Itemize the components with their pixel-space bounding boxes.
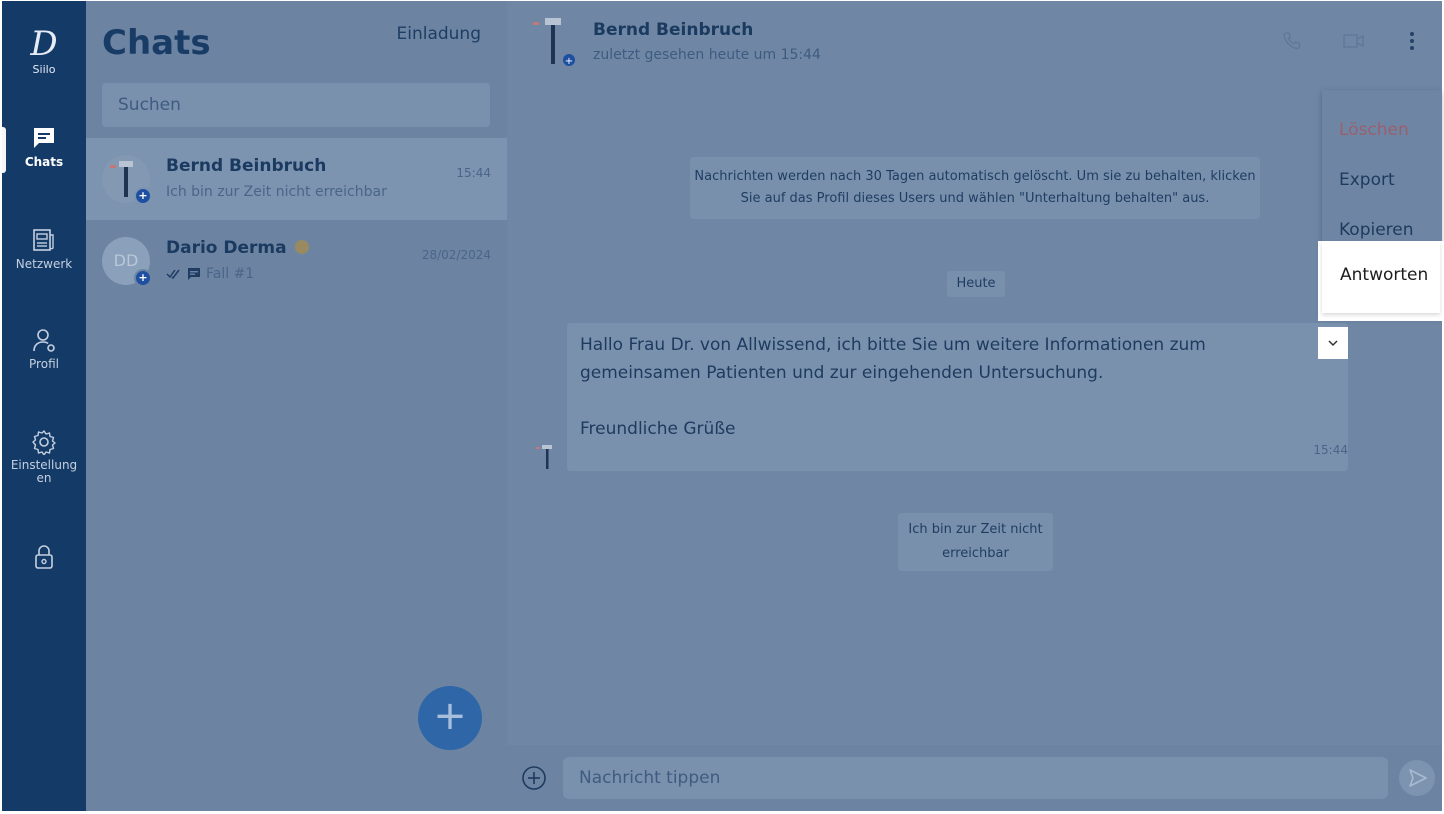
chat-list-item[interactable]: DD + Dario Derma Fall #1 28/02/2024 bbox=[86, 220, 507, 302]
message-input[interactable] bbox=[563, 757, 1388, 799]
contact-name[interactable]: Bernd Beinbruch bbox=[593, 20, 753, 40]
video-call-icon[interactable] bbox=[1343, 31, 1365, 51]
rail-label: Netzwerk bbox=[15, 257, 73, 271]
verified-badge-icon: + bbox=[134, 187, 152, 205]
app-logo[interactable]: D Siilo bbox=[2, 27, 86, 77]
invite-button[interactable]: Einladung bbox=[396, 24, 481, 44]
search-input[interactable] bbox=[102, 83, 490, 127]
menu-item-reply-highlight: Antworten bbox=[1322, 241, 1440, 313]
case-chat-icon bbox=[188, 268, 200, 280]
chat-preview: Ich bin zur Zeit nicht erreichbar bbox=[166, 184, 387, 200]
add-attachment-icon[interactable] bbox=[521, 765, 547, 791]
logo-mark: D bbox=[30, 24, 58, 64]
app-window: D Siilo Chats Netzwerk Profil Einstellun… bbox=[2, 1, 1444, 811]
chat-icon bbox=[34, 128, 54, 148]
chat-name: Dario Derma bbox=[166, 238, 309, 258]
chat-list-item[interactable]: + Bernd Beinbruch Ich bin zur Zeit nicht… bbox=[86, 138, 507, 220]
contact-avatar[interactable]: + bbox=[531, 16, 575, 67]
nav-rail: D Siilo Chats Netzwerk Profil Einstellun… bbox=[2, 1, 86, 811]
chevron-down-icon bbox=[1328, 340, 1338, 347]
rail-item-network[interactable]: Netzwerk bbox=[2, 227, 86, 271]
chat-time: 15:44 bbox=[456, 166, 491, 180]
message-options-button[interactable] bbox=[1318, 327, 1348, 359]
double-check-icon bbox=[166, 269, 180, 279]
menu-item-reply-label: Antworten bbox=[1340, 265, 1429, 285]
rail-item-lock[interactable] bbox=[2, 543, 86, 575]
chat-preview: Fall #1 bbox=[166, 266, 254, 282]
status-dot-icon bbox=[294, 240, 309, 254]
phone-icon[interactable] bbox=[1282, 31, 1302, 51]
conversation-header: + Bernd Beinbruch zuletzt gesehen heute … bbox=[507, 1, 1442, 85]
rail-label: Chats bbox=[24, 155, 64, 169]
menu-item-copy[interactable]: Kopieren bbox=[1339, 220, 1414, 240]
chat-list-panel: Chats Einladung + Bernd Beinbruch Ich bi… bbox=[86, 1, 507, 811]
new-chat-button[interactable]: + bbox=[418, 686, 482, 750]
chat-preview-text: Ich bin zur Zeit nicht erreichbar bbox=[166, 184, 387, 200]
menu-item-export[interactable]: Export bbox=[1339, 170, 1395, 190]
avatar: + bbox=[102, 155, 152, 205]
system-note: Nachrichten werden nach 30 Tagen automat… bbox=[690, 157, 1260, 219]
lock-icon bbox=[35, 545, 53, 569]
sender-avatar bbox=[535, 443, 559, 471]
profile-icon bbox=[33, 329, 55, 352]
message-bubble[interactable]: Hallo Frau Dr. von Allwissend, ich bitte… bbox=[567, 323, 1348, 471]
message-line: Freundliche Grüße bbox=[580, 419, 736, 439]
auto-reply-note: Ich bin zur Zeit nicht erreichbar bbox=[898, 513, 1053, 571]
hammer-avatar-icon: + bbox=[533, 18, 575, 67]
send-button[interactable] bbox=[1399, 760, 1435, 796]
svg-text:+: + bbox=[565, 56, 573, 66]
brand-name: Siilo bbox=[32, 63, 56, 76]
page-title: Chats bbox=[102, 23, 211, 63]
send-icon bbox=[1409, 769, 1427, 787]
rail-label: Einstellung en bbox=[10, 458, 78, 485]
network-icon bbox=[33, 229, 54, 251]
chat-time: 28/02/2024 bbox=[421, 248, 491, 262]
contact-status: zuletzt gesehen heute um 15:44 bbox=[593, 47, 821, 63]
avatar-initials: DD bbox=[113, 251, 139, 270]
chat-name: Bernd Beinbruch bbox=[166, 156, 327, 176]
menu-item-delete[interactable]: Löschen bbox=[1339, 120, 1409, 140]
chat-preview-text: Fall #1 bbox=[206, 266, 255, 282]
rail-label: Profil bbox=[29, 357, 59, 371]
gear-icon bbox=[32, 430, 56, 455]
date-divider: Heute bbox=[947, 271, 1005, 297]
message-text: Hallo Frau Dr. von Allwissend, ich bitte… bbox=[580, 331, 1300, 443]
hammer-avatar-icon bbox=[536, 445, 552, 469]
avatar: DD + bbox=[102, 237, 152, 287]
conversation-panel: + Bernd Beinbruch zuletzt gesehen heute … bbox=[507, 1, 1442, 811]
message-line: Hallo Frau Dr. von Allwissend, ich bitte… bbox=[580, 335, 1206, 383]
message-time: 15:44 bbox=[1313, 443, 1348, 457]
composer-bar bbox=[507, 745, 1442, 811]
menu-item-reply[interactable]: Antworten bbox=[1318, 241, 1444, 321]
rail-item-chats[interactable]: Chats bbox=[2, 125, 86, 169]
rail-item-settings[interactable]: Einstellung en bbox=[2, 429, 86, 485]
chat-name-text: Dario Derma bbox=[166, 238, 287, 258]
rail-item-profile[interactable]: Profil bbox=[2, 327, 86, 371]
verified-badge-icon: + bbox=[134, 269, 152, 287]
more-vertical-icon[interactable] bbox=[1409, 31, 1415, 51]
